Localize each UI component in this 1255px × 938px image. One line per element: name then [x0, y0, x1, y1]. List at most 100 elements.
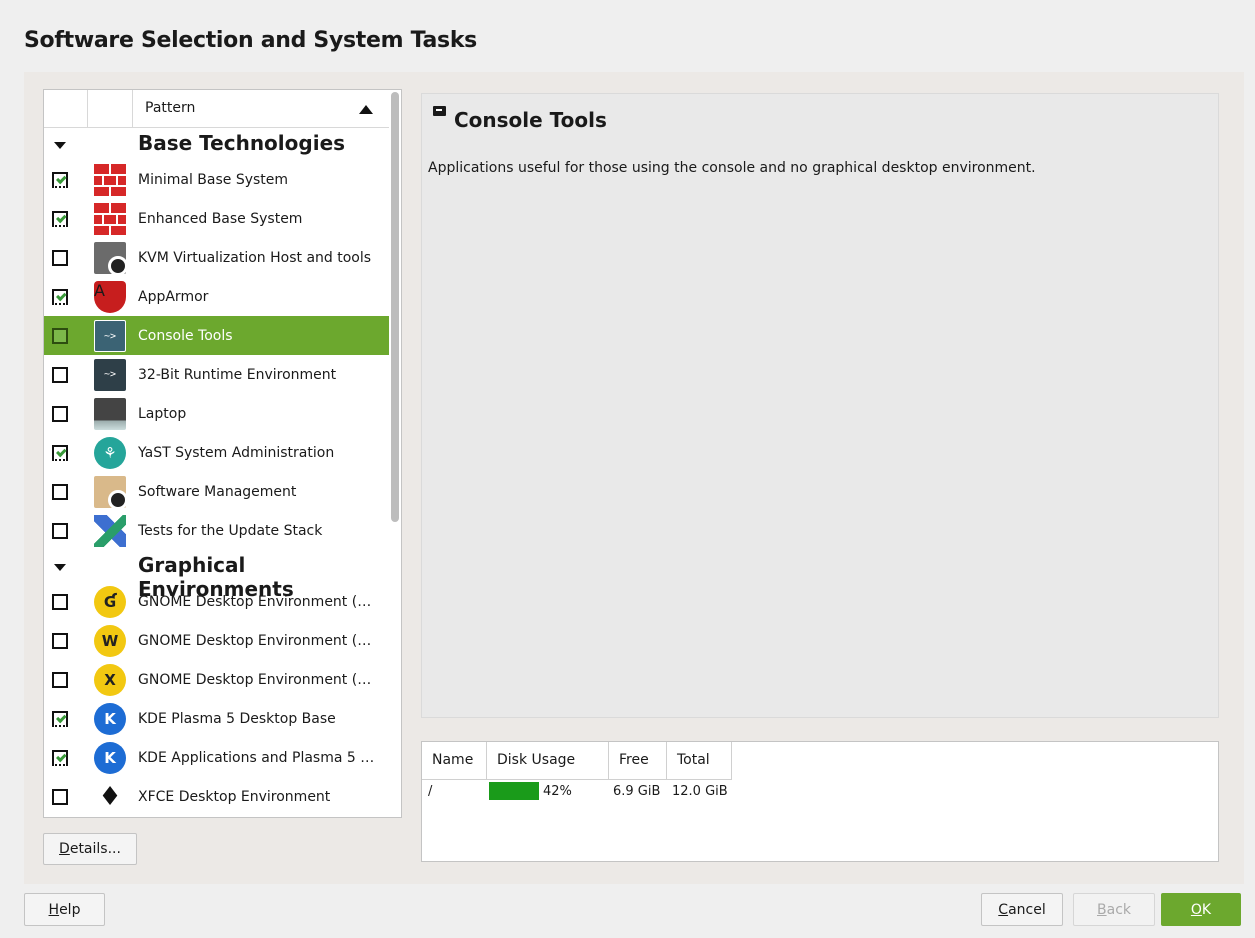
pattern-checkbox[interactable] [52, 710, 68, 727]
kde-icon: K [94, 702, 126, 735]
gnome-icon: Ɠ [94, 585, 126, 618]
list-item[interactable]: KVM Virtualization Host and tools [44, 238, 389, 277]
ok-button-label: OK [1190, 901, 1212, 918]
list-item[interactable]: Minimal Base System [44, 160, 389, 199]
list-item[interactable]: K KDE Applications and Plasma 5 … [44, 738, 389, 777]
pattern-label: Console Tools [138, 327, 233, 344]
list-item[interactable]: ~> Console Tools [44, 316, 389, 355]
flask-icon [94, 514, 126, 547]
pattern-label: Enhanced Base System [138, 210, 303, 227]
pattern-checkbox[interactable] [52, 366, 68, 383]
description-title: Console Tools [454, 108, 607, 132]
pattern-label: Software Management [138, 483, 297, 500]
pattern-label: YaST System Administration [138, 444, 335, 461]
group-row[interactable]: Graphical Environments [44, 550, 389, 601]
checkmark-icon [56, 173, 67, 184]
yast-icon: ⚘ [94, 436, 126, 469]
pattern-list[interactable]: Pattern Base Technologies Minimal Base Sy… [43, 89, 402, 818]
pattern-checkbox[interactable] [52, 210, 68, 227]
gnome-wayland-icon: W [94, 624, 126, 657]
pattern-checkbox[interactable] [52, 593, 68, 610]
list-item[interactable]: ⚘ YaST System Administration [44, 433, 389, 472]
cancel-button-label: Cancel [998, 901, 1046, 918]
pattern-label: Minimal Base System [138, 171, 289, 188]
column-disk-usage[interactable]: Disk Usage [487, 742, 609, 780]
list-item[interactable]: K KDE Plasma 5 Desktop Base [44, 699, 389, 738]
details-button[interactable]: Details... [43, 833, 137, 865]
kde-icon: K [94, 741, 126, 774]
details-button-label: etails... [69, 841, 121, 857]
list-item[interactable]: Laptop [44, 394, 389, 433]
pattern-label: Tests for the Update Stack [138, 522, 323, 539]
list-item[interactable]: A AppArmor [44, 277, 389, 316]
list-item[interactable]: ♦ XFCE Desktop Environment [44, 777, 389, 816]
list-header: Pattern [44, 90, 389, 128]
pattern-checkbox[interactable] [52, 171, 68, 188]
free-value: 6.9 GiB [613, 784, 661, 799]
header-pattern-column[interactable]: Pattern [133, 90, 389, 128]
pattern-checkbox[interactable] [52, 405, 68, 422]
pattern-checkbox[interactable] [52, 788, 68, 805]
list-item[interactable]: Tests for the Update Stack [44, 511, 389, 550]
pattern-checkbox[interactable] [52, 749, 68, 766]
list-item[interactable]: Ɠ GNOME Desktop Environment (… [44, 582, 389, 621]
checkmark-icon [56, 446, 67, 457]
pattern-checkbox[interactable] [52, 632, 68, 649]
list-item[interactable]: W GNOME Desktop Environment (… [44, 621, 389, 660]
server-gear-icon [94, 241, 128, 276]
list-scrollbar[interactable] [391, 92, 399, 522]
collapse-triangle-icon[interactable] [54, 564, 66, 571]
list-item[interactable]: Enhanced Base System [44, 199, 389, 238]
description-panel: Console Tools Applications useful for th… [421, 93, 1219, 718]
pattern-checkbox[interactable] [52, 327, 68, 344]
checkmark-icon [56, 290, 67, 301]
back-button-label: Back [1097, 901, 1131, 918]
pattern-rows: Base Technologies Minimal Base System Enha… [44, 128, 389, 816]
description-text: Applications useful for those using the … [428, 160, 1036, 176]
pattern-checkbox[interactable] [52, 522, 68, 539]
usage-label: 42% [543, 784, 572, 799]
terminal-icon: ~> [94, 358, 126, 391]
table-row[interactable]: / 42% 6.9 GiB 12.0 GiB [422, 782, 822, 802]
group-row[interactable]: Base Technologies [44, 128, 389, 160]
package-gear-icon [94, 475, 128, 510]
pattern-label: AppArmor [138, 288, 209, 305]
sort-ascending-icon [359, 105, 373, 114]
total-value: 12.0 GiB [672, 784, 728, 799]
collapse-triangle-icon[interactable] [54, 142, 66, 149]
cancel-button[interactable]: Cancel [981, 893, 1063, 926]
ok-button[interactable]: OK [1161, 893, 1241, 926]
pattern-label: GNOME Desktop Environment (… [138, 632, 372, 649]
pattern-checkbox[interactable] [52, 444, 68, 461]
list-item[interactable]: X GNOME Desktop Environment (… [44, 660, 389, 699]
back-button[interactable]: Back [1073, 893, 1155, 926]
checkmark-icon [56, 712, 67, 723]
checkmark-icon [56, 751, 67, 762]
xfce-icon: ♦ [94, 780, 126, 813]
pattern-checkbox[interactable] [52, 483, 68, 500]
pattern-label: KDE Plasma 5 Desktop Base [138, 710, 336, 727]
pattern-checkbox[interactable] [52, 249, 68, 266]
pattern-label: 32-Bit Runtime Environment [138, 366, 337, 383]
pattern-label: XFCE Desktop Environment [138, 788, 331, 805]
usage-bar [489, 782, 539, 800]
pattern-checkbox[interactable] [52, 288, 68, 305]
header-pattern-label: Pattern [145, 100, 196, 116]
column-total[interactable]: Total [667, 742, 732, 780]
column-name[interactable]: Name [422, 742, 487, 780]
pattern-label: GNOME Desktop Environment (… [138, 671, 372, 688]
list-item[interactable]: ~> 32-Bit Runtime Environment [44, 355, 389, 394]
list-item[interactable]: Software Management [44, 472, 389, 511]
header-checkbox-column[interactable] [44, 90, 88, 128]
brick-wall-icon [94, 163, 126, 196]
help-button-label: Help [48, 901, 81, 918]
disk-usage-table[interactable]: Name Disk Usage Free Total / 42% 6.9 GiB… [421, 741, 1219, 862]
apparmor-shield-icon: A [94, 280, 126, 313]
help-button[interactable]: Help [24, 893, 105, 926]
header-icon-column[interactable] [88, 90, 133, 128]
column-free[interactable]: Free [609, 742, 667, 780]
terminal-icon [433, 106, 446, 116]
group-label: Base Technologies [138, 131, 346, 155]
pattern-label: KVM Virtualization Host and tools [138, 249, 372, 266]
pattern-checkbox[interactable] [52, 671, 68, 688]
